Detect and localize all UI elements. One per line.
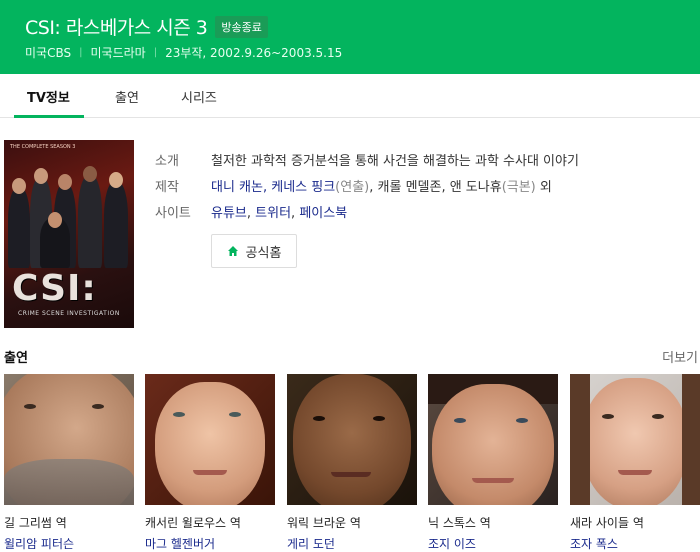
cast-actor-link[interactable]: 조지 이즈 xyxy=(428,535,558,552)
production-directors-link[interactable]: 대니 캐논, 케네스 핑크 xyxy=(211,180,335,195)
cast-actor-link[interactable]: 윌리암 피터슨 xyxy=(4,535,134,552)
site-link-youtube[interactable]: 유튜브 xyxy=(211,206,247,221)
cast-photo[interactable] xyxy=(287,374,417,505)
meta-episodes-dates: 23부작, 2002.9.26~2003.5.15 xyxy=(165,46,343,60)
official-home-button[interactable]: 공식홈 xyxy=(211,234,297,268)
cast-photo[interactable] xyxy=(428,374,558,505)
cast-role: 캐서린 윌로우스 역 xyxy=(145,516,241,530)
poster-logo: CSI: xyxy=(12,268,97,309)
cast-photo[interactable] xyxy=(145,374,275,505)
info-production-row: 제작 대니 캐논, 케네스 핑크(연출), 캐롤 멘델존, 앤 도나휴(극본) … xyxy=(155,172,579,198)
site-link-facebook[interactable]: 페이스북 xyxy=(299,206,347,221)
cast-photo[interactable] xyxy=(4,374,134,505)
cast-card[interactable]: 캐서린 윌로우스 역 마그 헬젠버거 xyxy=(145,374,275,552)
cast-card[interactable]: 길 그리썸 역 윌리암 피터슨 xyxy=(4,374,134,552)
tab-series[interactable]: 시리즈 xyxy=(181,87,217,106)
official-home-label: 공식홈 xyxy=(245,245,282,261)
cast-card[interactable]: 새라 사이들 역 조자 폭스 xyxy=(570,374,700,552)
poster-cast-figures xyxy=(4,158,134,268)
info-intro-value: 철저한 과학적 증거분석을 통해 사건을 해결하는 과학 수사대 이야기 xyxy=(211,153,579,169)
cast-role: 길 그리썸 역 xyxy=(4,516,67,530)
home-icon xyxy=(227,246,238,256)
cast-actor-link[interactable]: 마그 헬젠버거 xyxy=(145,535,275,552)
info-intro-label: 소개 xyxy=(155,153,179,169)
poster-subtitle: CRIME SCENE INVESTIGATION xyxy=(18,310,120,317)
cast-role: 새라 사이들 역 xyxy=(570,516,644,530)
cast-actor-link[interactable]: 조자 폭스 xyxy=(570,535,700,552)
program-meta: 미국CBS | 미국드라마 | 23부작, 2002.9.26~2003.5.1… xyxy=(25,44,342,61)
cast-role: 닉 스톡스 역 xyxy=(428,516,491,530)
cast-role: 워릭 브라운 역 xyxy=(287,516,361,530)
cast-more-link[interactable]: 더보기 xyxy=(662,347,698,366)
meta-genre: 미국드라마 xyxy=(90,46,146,60)
production-writers-note: (극본) xyxy=(501,179,536,195)
poster-season-text: THE COMPLETE SEASON 3 xyxy=(10,144,76,150)
status-badge: 방송종료 xyxy=(215,15,268,38)
tab-cast[interactable]: 출연 xyxy=(115,87,139,106)
program-header: CSI: 라스베가스 시즌 3 방송종료 미국CBS | 미국드라마 | 23부… xyxy=(0,0,700,74)
info-sites-value: 유튜브, 트위터, 페이스북 xyxy=(211,205,348,221)
production-directors-note: (연출) xyxy=(335,179,370,195)
title-row: CSI: 라스베가스 시즌 3 방송종료 xyxy=(25,13,268,40)
cast-card[interactable]: 닉 스톡스 역 조지 이즈 xyxy=(428,374,558,552)
meta-separator: | xyxy=(153,47,158,58)
tab-bar: TV정보 출연 시리즈 xyxy=(0,74,700,118)
cast-card[interactable]: 워릭 브라운 역 게리 도던 xyxy=(287,374,417,552)
tab-tv-info[interactable]: TV정보 xyxy=(27,87,70,106)
program-info: 소개 철저한 과학적 증거분석을 통해 사건을 해결하는 과학 수사대 이야기 … xyxy=(155,146,579,224)
production-writers: , 캐롤 멘델존, 앤 도나휴 xyxy=(369,179,502,195)
active-tab-indicator xyxy=(14,115,84,118)
production-etc: 외 xyxy=(535,179,552,195)
meta-separator: | xyxy=(79,47,83,58)
cast-actor-link[interactable]: 게리 도던 xyxy=(287,535,417,552)
program-title[interactable]: CSI: 라스베가스 시즌 3 xyxy=(25,13,208,40)
meta-channel: 미국CBS xyxy=(25,46,72,60)
info-production-value: 대니 캐논, 케네스 핑크(연출), 캐롤 멘델존, 앤 도나휴(극본) 외 xyxy=(211,176,552,195)
poster-image[interactable]: THE COMPLETE SEASON 3 CSI: CRIME SCENE I… xyxy=(4,140,134,328)
site-link-twitter[interactable]: 트위터 xyxy=(255,206,291,221)
cast-photo[interactable] xyxy=(570,374,700,505)
info-intro-row: 소개 철저한 과학적 증거분석을 통해 사건을 해결하는 과학 수사대 이야기 xyxy=(155,146,579,172)
info-sites-label: 사이트 xyxy=(155,205,191,221)
cast-heading: 출연 xyxy=(4,351,28,366)
info-sites-row: 사이트 유튜브, 트위터, 페이스북 xyxy=(155,198,579,224)
info-production-label: 제작 xyxy=(155,179,179,195)
